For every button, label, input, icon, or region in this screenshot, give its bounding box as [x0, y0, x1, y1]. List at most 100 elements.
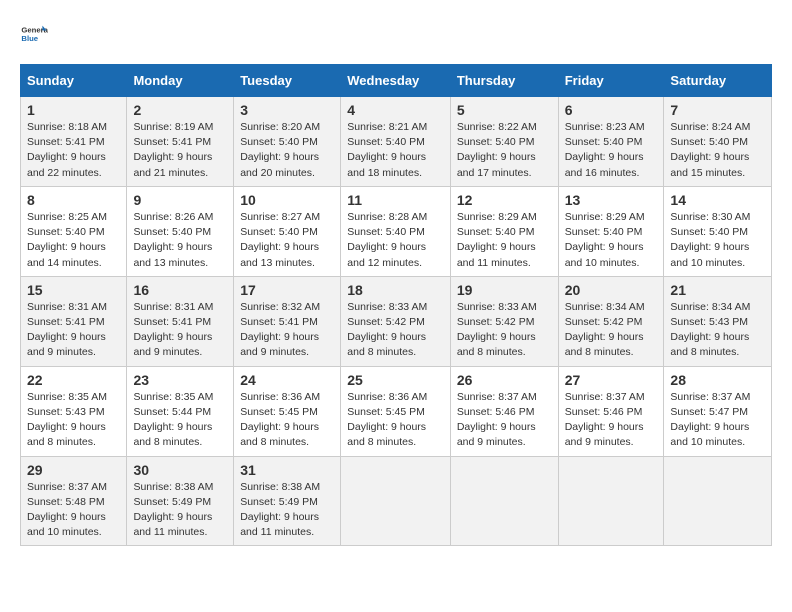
- day-info: Sunrise: 8:22 AMSunset: 5:40 PMDaylight:…: [457, 121, 537, 179]
- svg-text:Blue: Blue: [21, 34, 38, 43]
- col-sunday: Sunday: [21, 65, 127, 97]
- day-info: Sunrise: 8:20 AMSunset: 5:40 PMDaylight:…: [240, 121, 320, 179]
- day-number: 7: [670, 102, 765, 118]
- day-cell-24: 24 Sunrise: 8:36 AMSunset: 5:45 PMDayligh…: [234, 366, 341, 456]
- day-cell-4: 4 Sunrise: 8:21 AMSunset: 5:40 PMDaylight…: [341, 97, 451, 187]
- day-info: Sunrise: 8:27 AMSunset: 5:40 PMDaylight:…: [240, 211, 320, 269]
- day-cell-3: 3 Sunrise: 8:20 AMSunset: 5:40 PMDaylight…: [234, 97, 341, 187]
- day-number: 29: [27, 462, 120, 478]
- day-number: 30: [133, 462, 227, 478]
- day-cell-30: 30 Sunrise: 8:38 AMSunset: 5:49 PMDayligh…: [127, 456, 234, 546]
- day-number: 24: [240, 372, 334, 388]
- day-number: 6: [565, 102, 658, 118]
- day-cell-10: 10 Sunrise: 8:27 AMSunset: 5:40 PMDayligh…: [234, 186, 341, 276]
- col-tuesday: Tuesday: [234, 65, 341, 97]
- day-number: 28: [670, 372, 765, 388]
- day-info: Sunrise: 8:37 AMSunset: 5:46 PMDaylight:…: [565, 391, 645, 449]
- day-cell-14: 14 Sunrise: 8:30 AMSunset: 5:40 PMDayligh…: [664, 186, 772, 276]
- col-wednesday: Wednesday: [341, 65, 451, 97]
- day-cell-31: 31 Sunrise: 8:38 AMSunset: 5:49 PMDayligh…: [234, 456, 341, 546]
- empty-cell: [450, 456, 558, 546]
- day-number: 1: [27, 102, 120, 118]
- day-cell-2: 2 Sunrise: 8:19 AMSunset: 5:41 PMDaylight…: [127, 97, 234, 187]
- calendar-row: 22 Sunrise: 8:35 AMSunset: 5:43 PMDayligh…: [21, 366, 772, 456]
- day-cell-23: 23Sunrise: 8:35 AMSunset: 5:44 PMDayligh…: [127, 366, 234, 456]
- day-cell-7: 7 Sunrise: 8:24 AMSunset: 5:40 PMDaylight…: [664, 97, 772, 187]
- day-number: 3: [240, 102, 334, 118]
- day-number: 22: [27, 372, 120, 388]
- day-cell-17: 17Sunrise: 8:32 AMSunset: 5:41 PMDayligh…: [234, 276, 341, 366]
- day-info: Sunrise: 8:34 AMSunset: 5:42 PMDaylight:…: [565, 301, 645, 359]
- day-info: Sunrise: 8:34 AMSunset: 5:43 PMDaylight:…: [670, 301, 750, 359]
- day-cell-5: 5 Sunrise: 8:22 AMSunset: 5:40 PMDaylight…: [450, 97, 558, 187]
- empty-cell: [558, 456, 664, 546]
- col-saturday: Saturday: [664, 65, 772, 97]
- day-info: Sunrise: 8:29 AMSunset: 5:40 PMDaylight:…: [457, 211, 537, 269]
- day-cell-28: 28 Sunrise: 8:37 AMSunset: 5:47 PMDayligh…: [664, 366, 772, 456]
- calendar-row: 8 Sunrise: 8:25 AMSunset: 5:40 PMDaylight…: [21, 186, 772, 276]
- day-number: 5: [457, 102, 552, 118]
- day-cell-9: 9 Sunrise: 8:26 AMSunset: 5:40 PMDaylight…: [127, 186, 234, 276]
- day-number: 18: [347, 282, 444, 298]
- day-number: 15: [27, 282, 120, 298]
- day-cell-12: 12 Sunrise: 8:29 AMSunset: 5:40 PMDayligh…: [450, 186, 558, 276]
- day-cell-22: 22 Sunrise: 8:35 AMSunset: 5:43 PMDayligh…: [21, 366, 127, 456]
- day-info: Sunrise: 8:35 AMSunset: 5:43 PMDaylight:…: [27, 391, 107, 449]
- day-info: Sunrise: 8:18 AMSunset: 5:41 PMDaylight:…: [27, 121, 107, 179]
- day-cell-21: 21 Sunrise: 8:34 AMSunset: 5:43 PMDayligh…: [664, 276, 772, 366]
- day-cell-26: 26Sunrise: 8:37 AMSunset: 5:46 PMDayligh…: [450, 366, 558, 456]
- day-cell-19: 19Sunrise: 8:33 AMSunset: 5:42 PMDayligh…: [450, 276, 558, 366]
- col-friday: Friday: [558, 65, 664, 97]
- day-cell-13: 13 Sunrise: 8:29 AMSunset: 5:40 PMDayligh…: [558, 186, 664, 276]
- page-header: General Blue: [20, 20, 772, 48]
- day-cell-27: 27 Sunrise: 8:37 AMSunset: 5:46 PMDayligh…: [558, 366, 664, 456]
- day-info: Sunrise: 8:30 AMSunset: 5:40 PMDaylight:…: [670, 211, 750, 269]
- day-number: 20: [565, 282, 658, 298]
- day-number: 8: [27, 192, 120, 208]
- day-number: 16: [133, 282, 227, 298]
- calendar-row: 29Sunrise: 8:37 AMSunset: 5:48 PMDayligh…: [21, 456, 772, 546]
- day-number: 13: [565, 192, 658, 208]
- day-info: Sunrise: 8:25 AMSunset: 5:40 PMDaylight:…: [27, 211, 107, 269]
- day-info: Sunrise: 8:38 AMSunset: 5:49 PMDaylight:…: [240, 481, 320, 539]
- day-cell-1: 1 Sunrise: 8:18 AMSunset: 5:41 PMDaylight…: [21, 97, 127, 187]
- day-info: Sunrise: 8:24 AMSunset: 5:40 PMDaylight:…: [670, 121, 750, 179]
- col-thursday: Thursday: [450, 65, 558, 97]
- day-info: Sunrise: 8:21 AMSunset: 5:40 PMDaylight:…: [347, 121, 427, 179]
- calendar-row: 15 Sunrise: 8:31 AMSunset: 5:41 PMDayligh…: [21, 276, 772, 366]
- logo-icon: General Blue: [20, 20, 48, 48]
- day-info: Sunrise: 8:37 AMSunset: 5:47 PMDaylight:…: [670, 391, 750, 449]
- day-info: Sunrise: 8:23 AMSunset: 5:40 PMDaylight:…: [565, 121, 645, 179]
- day-number: 10: [240, 192, 334, 208]
- day-number: 9: [133, 192, 227, 208]
- day-number: 21: [670, 282, 765, 298]
- day-info: Sunrise: 8:38 AMSunset: 5:49 PMDaylight:…: [133, 481, 213, 539]
- day-info: Sunrise: 8:36 AMSunset: 5:45 PMDaylight:…: [347, 391, 427, 449]
- day-number: 25: [347, 372, 444, 388]
- day-number: 27: [565, 372, 658, 388]
- day-number: 4: [347, 102, 444, 118]
- day-cell-6: 6 Sunrise: 8:23 AMSunset: 5:40 PMDaylight…: [558, 97, 664, 187]
- calendar-header-row: Sunday Monday Tuesday Wednesday Thursday…: [21, 65, 772, 97]
- calendar-table: Sunday Monday Tuesday Wednesday Thursday…: [20, 64, 772, 546]
- day-info: Sunrise: 8:29 AMSunset: 5:40 PMDaylight:…: [565, 211, 645, 269]
- calendar-row: 1 Sunrise: 8:18 AMSunset: 5:41 PMDaylight…: [21, 97, 772, 187]
- day-info: Sunrise: 8:33 AMSunset: 5:42 PMDaylight:…: [457, 301, 537, 359]
- day-number: 23: [133, 372, 227, 388]
- day-number: 11: [347, 192, 444, 208]
- day-number: 14: [670, 192, 765, 208]
- day-cell-29: 29Sunrise: 8:37 AMSunset: 5:48 PMDayligh…: [21, 456, 127, 546]
- day-info: Sunrise: 8:19 AMSunset: 5:41 PMDaylight:…: [133, 121, 213, 179]
- day-cell-20: 20 Sunrise: 8:34 AMSunset: 5:42 PMDayligh…: [558, 276, 664, 366]
- day-number: 12: [457, 192, 552, 208]
- empty-cell: [664, 456, 772, 546]
- day-number: 17: [240, 282, 334, 298]
- day-number: 2: [133, 102, 227, 118]
- day-info: Sunrise: 8:36 AMSunset: 5:45 PMDaylight:…: [240, 391, 320, 449]
- day-info: Sunrise: 8:28 AMSunset: 5:40 PMDaylight:…: [347, 211, 427, 269]
- day-number: 31: [240, 462, 334, 478]
- day-cell-25: 25 Sunrise: 8:36 AMSunset: 5:45 PMDayligh…: [341, 366, 451, 456]
- day-info: Sunrise: 8:31 AMSunset: 5:41 PMDaylight:…: [133, 301, 213, 359]
- day-cell-11: 11 Sunrise: 8:28 AMSunset: 5:40 PMDayligh…: [341, 186, 451, 276]
- day-info: Sunrise: 8:26 AMSunset: 5:40 PMDaylight:…: [133, 211, 213, 269]
